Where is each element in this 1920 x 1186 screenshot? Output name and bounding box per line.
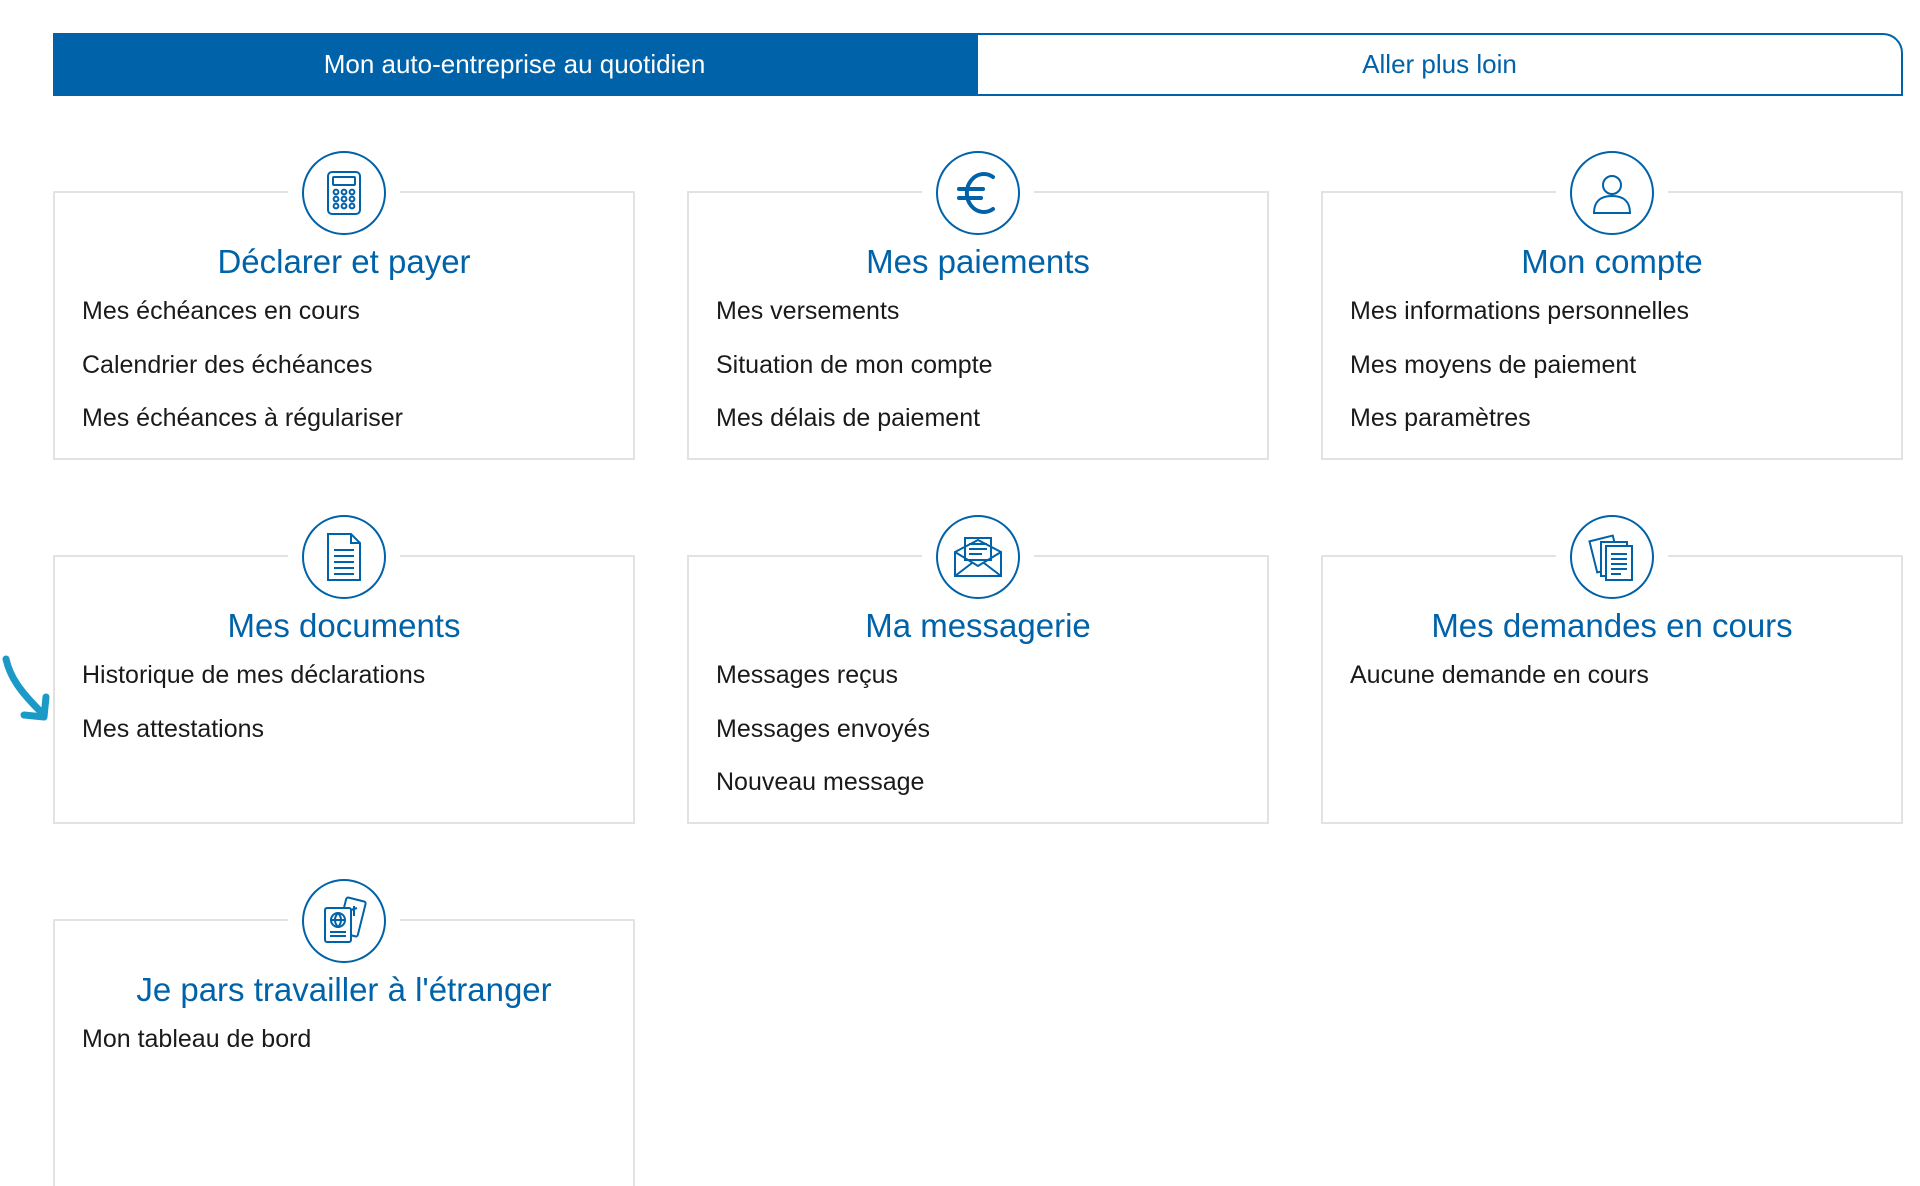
link-messages-envoyes[interactable]: Messages envoyés xyxy=(716,715,930,769)
link-mes-versements[interactable]: Mes versements xyxy=(716,297,993,351)
card-link-list: Mes versements Situation de mon compte M… xyxy=(716,297,993,458)
annotation-arrow-icon xyxy=(2,655,50,721)
card-link-list: Mes échéances en cours Calendrier des éc… xyxy=(82,297,403,458)
link-mes-informations-personnelles[interactable]: Mes informations personnelles xyxy=(1350,297,1689,351)
passport-icon xyxy=(302,879,386,963)
tab-mon-auto-entreprise[interactable]: Mon auto-entreprise au quotidien xyxy=(53,33,976,96)
card-mes-demandes-en-cours: Mes demandes en cours Aucune demande en … xyxy=(1321,515,1903,824)
card-title[interactable]: Mon compte xyxy=(1323,243,1901,281)
link-mes-attestations[interactable]: Mes attestations xyxy=(82,715,425,769)
link-mon-tableau-de-bord[interactable]: Mon tableau de bord xyxy=(82,1025,311,1079)
tab-aller-plus-loin[interactable]: Aller plus loin xyxy=(976,33,1903,96)
link-mes-parametres[interactable]: Mes paramètres xyxy=(1350,404,1689,458)
card-ma-messagerie: Ma messagerie Messages reçus Messages en… xyxy=(687,515,1269,824)
link-mes-delais-de-paiement[interactable]: Mes délais de paiement xyxy=(716,404,993,458)
card-link-list: Messages reçus Messages envoyés Nouveau … xyxy=(716,661,930,822)
card-mes-paiements: Mes paiements Mes versements Situation d… xyxy=(687,151,1269,460)
card-link-list: Aucune demande en cours xyxy=(1350,661,1649,715)
card-je-pars-travailler-a-l-etranger: Je pars travailler à l'étranger Mon tabl… xyxy=(53,879,635,1186)
card-title[interactable]: Ma messagerie xyxy=(689,607,1267,645)
card-title[interactable]: Mes documents xyxy=(55,607,633,645)
text-aucune-demande-en-cours: Aucune demande en cours xyxy=(1350,661,1649,689)
card-title[interactable]: Déclarer et payer xyxy=(55,243,633,281)
link-situation-de-mon-compte[interactable]: Situation de mon compte xyxy=(716,351,993,405)
tab-bar: Mon auto-entreprise au quotidien Aller p… xyxy=(53,33,1903,96)
link-nouveau-message[interactable]: Nouveau message xyxy=(716,768,930,822)
card-link-list: Mes informations personnelles Mes moyens… xyxy=(1350,297,1689,458)
card-link-list: Mon tableau de bord xyxy=(82,1025,311,1079)
envelope-icon xyxy=(936,515,1020,599)
document-icon xyxy=(302,515,386,599)
user-icon xyxy=(1570,151,1654,235)
card-title[interactable]: Mes paiements xyxy=(689,243,1267,281)
card-declarer-et-payer: Déclarer et payer Mes échéances en cours… xyxy=(53,151,635,460)
documents-stack-icon xyxy=(1570,515,1654,599)
card-mes-documents: Mes documents Historique de mes déclarat… xyxy=(53,515,635,824)
link-calendrier-des-echeances[interactable]: Calendrier des échéances xyxy=(82,351,403,405)
card-title[interactable]: Je pars travailler à l'étranger xyxy=(55,971,633,1009)
link-mes-moyens-de-paiement[interactable]: Mes moyens de paiement xyxy=(1350,351,1689,405)
link-mes-echeances-a-regulariser[interactable]: Mes échéances à régulariser xyxy=(82,404,403,458)
euro-icon xyxy=(936,151,1020,235)
link-messages-recus[interactable]: Messages reçus xyxy=(716,661,930,715)
link-historique-de-mes-declarations[interactable]: Historique de mes déclarations xyxy=(82,661,425,715)
card-link-list: Historique de mes déclarations Mes attes… xyxy=(82,661,425,768)
card-mon-compte: Mon compte Mes informations personnelles… xyxy=(1321,151,1903,460)
link-mes-echeances-en-cours[interactable]: Mes échéances en cours xyxy=(82,297,403,351)
calculator-icon xyxy=(302,151,386,235)
card-title[interactable]: Mes demandes en cours xyxy=(1323,607,1901,645)
page: Mon auto-entreprise au quotidien Aller p… xyxy=(0,0,1920,1186)
